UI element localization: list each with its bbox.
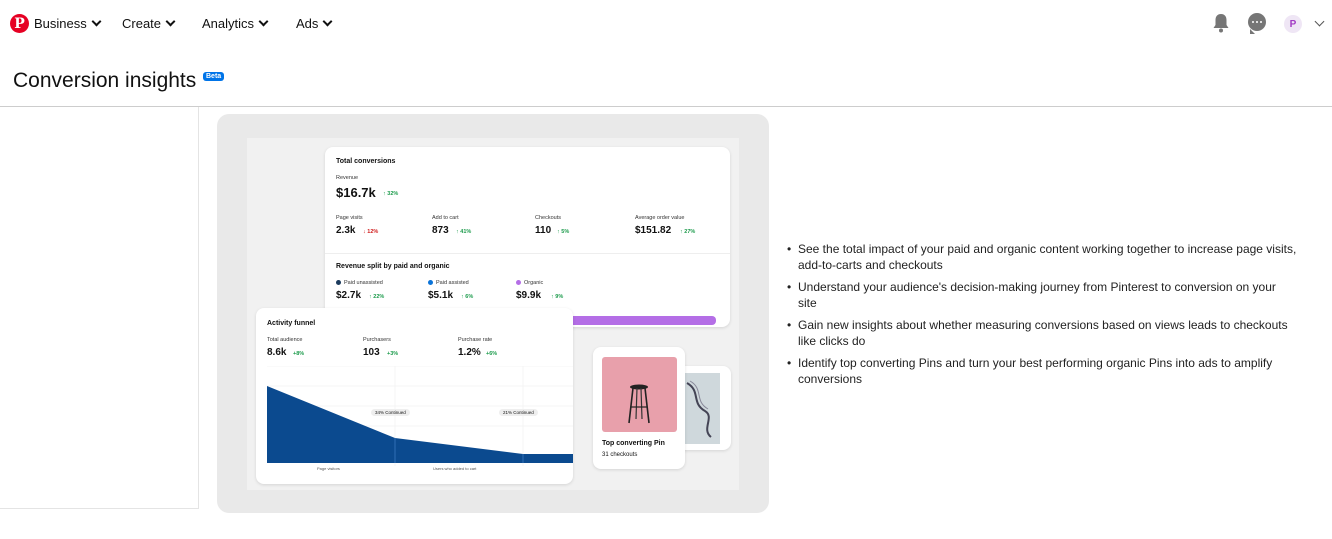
pinterest-logo-icon[interactable]: P xyxy=(10,14,29,33)
pin-image xyxy=(602,357,677,432)
chevron-down-icon xyxy=(165,16,176,27)
revenue-split-heading: Revenue split by paid and organic xyxy=(336,263,450,270)
split-change: ↑ 22% xyxy=(369,294,385,300)
funnel-metric-value: 1.2% xyxy=(458,347,481,358)
list-item: Identify top converting Pins and turn yo… xyxy=(787,355,1297,387)
avatar[interactable]: P xyxy=(1284,15,1302,33)
funnel-x-label: Page visitors xyxy=(317,466,340,471)
funnel-metric-value: 8.6k xyxy=(267,347,287,358)
nav-business-menu[interactable]: Business xyxy=(34,16,102,31)
nav-business-label: Business xyxy=(34,16,87,31)
metric-change: ↑ 5% xyxy=(557,229,570,235)
page-title: Conversion insights xyxy=(13,69,197,92)
revenue-change: ↑ 32% xyxy=(383,191,399,197)
funnel-chart xyxy=(267,366,573,466)
chat-icon[interactable] xyxy=(1248,13,1266,34)
nav-analytics-menu[interactable]: Analytics xyxy=(202,16,269,31)
top-pin-heading: Top converting Pin xyxy=(602,440,665,447)
nav-create-menu[interactable]: Create xyxy=(122,16,176,31)
beta-badge: Beta xyxy=(203,72,225,81)
metric-label: Average order value xyxy=(635,215,685,221)
activity-funnel-card: Activity funnel Total audience 8.6k +8% … xyxy=(256,308,573,484)
metric-value: 873 xyxy=(432,225,449,236)
bell-icon[interactable] xyxy=(1212,13,1230,33)
list-item: See the total impact of your paid and or… xyxy=(787,241,1297,273)
funnel-metric-label: Total audience xyxy=(267,337,303,343)
split-value: $9.9k xyxy=(516,290,542,301)
nav-ads-menu[interactable]: Ads xyxy=(296,16,333,31)
nav-analytics-label: Analytics xyxy=(202,16,255,31)
chevron-down-icon xyxy=(322,16,333,27)
split-legend-item: Paid unassisted xyxy=(336,280,383,286)
card-divider xyxy=(325,253,730,254)
split-label: Paid unassisted xyxy=(344,280,383,286)
metric-label: Page visits xyxy=(336,215,363,221)
account-chevron-down-icon[interactable] xyxy=(1314,16,1325,27)
illustration-canvas: Total conversions Revenue $16.7k ↑ 32% P… xyxy=(247,138,739,490)
metric-label: Checkouts xyxy=(535,215,561,221)
funnel-metric-label: Purchasers xyxy=(363,337,391,343)
split-legend-item: Organic xyxy=(516,280,543,286)
chevron-down-icon xyxy=(258,16,269,27)
chevron-down-icon xyxy=(91,16,102,27)
metric-label: Add to cart xyxy=(432,215,459,221)
nav-create-label: Create xyxy=(122,16,162,31)
legend-dot xyxy=(516,280,521,286)
pin-image xyxy=(681,373,720,444)
top-pin-subtext: 31 checkouts xyxy=(602,452,638,458)
metric-change: ↑ 27% xyxy=(680,229,696,235)
top-navigation-bar: P Business Create Analytics Ads P xyxy=(0,0,1332,48)
funnel-x-label: Users who added to cart xyxy=(433,466,477,471)
top-converting-pin-card: Top converting Pin 31 checkouts xyxy=(593,347,685,469)
metric-value: 110 xyxy=(535,225,552,236)
revenue-label: Revenue xyxy=(336,175,359,181)
funnel-step-tag: 34% Continued xyxy=(371,409,410,416)
list-item: Gain new insights about whether measurin… xyxy=(787,317,1297,349)
funnel-step-tag: 21% Continued xyxy=(499,409,538,416)
metric-value: $151.82 xyxy=(635,225,672,236)
legend-dot xyxy=(428,280,433,286)
split-label: Paid assisted xyxy=(436,280,469,286)
left-panel xyxy=(0,107,199,509)
header-divider xyxy=(0,106,1332,107)
total-conversions-card: Total conversions Revenue $16.7k ↑ 32% P… xyxy=(325,147,730,327)
list-item: Understand your audience's decision-maki… xyxy=(787,279,1297,311)
funnel-metric-label: Purchase rate xyxy=(458,337,493,343)
funnel-area xyxy=(267,386,573,463)
split-label: Organic xyxy=(524,280,544,286)
total-conversions-heading: Total conversions xyxy=(336,158,396,165)
split-value: $2.7k xyxy=(336,290,362,301)
legend-dot xyxy=(336,280,341,286)
metric-change: ↑ 41% xyxy=(456,229,472,235)
conversion-insights-illustration: Total conversions Revenue $16.7k ↑ 32% P… xyxy=(217,114,769,513)
activity-funnel-heading: Activity funnel xyxy=(267,320,316,327)
funnel-metric-change: +6% xyxy=(486,351,498,357)
revenue-value: $16.7k xyxy=(336,185,376,200)
funnel-metric-change: +3% xyxy=(387,351,399,357)
funnel-metric-change: +8% xyxy=(293,351,305,357)
metric-change: ↓ 12% xyxy=(363,229,379,235)
funnel-metric-value: 103 xyxy=(363,347,380,358)
metric-value: 2.3k xyxy=(336,225,356,236)
split-legend-item: Paid assisted xyxy=(428,280,469,286)
nav-ads-label: Ads xyxy=(296,16,319,31)
split-change: ↑ 9% xyxy=(551,294,564,300)
feature-bullet-list: See the total impact of your paid and or… xyxy=(787,241,1297,393)
split-value: $5.1k xyxy=(428,290,454,301)
split-change: ↑ 6% xyxy=(461,294,474,300)
